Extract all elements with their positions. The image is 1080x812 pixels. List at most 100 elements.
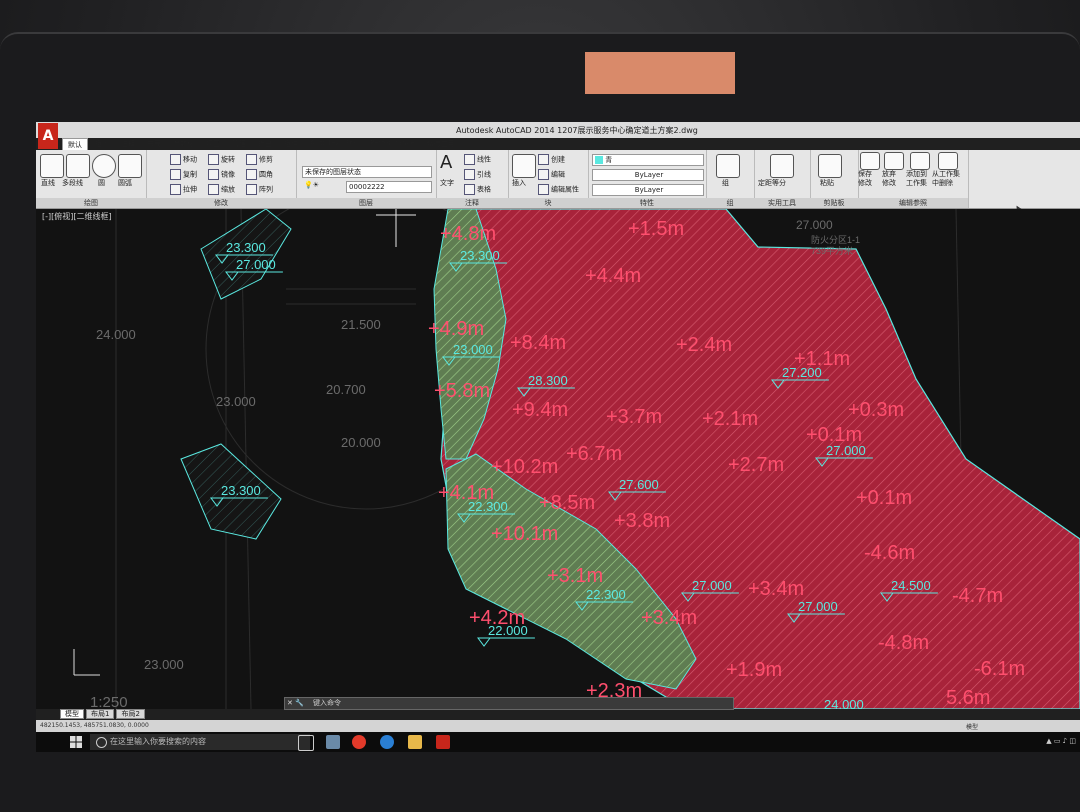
- trim-label: 修剪: [259, 155, 273, 164]
- copy-button[interactable]: 复制: [170, 169, 197, 180]
- tab-layout1[interactable]: 布局1: [86, 709, 115, 719]
- recorder-icon[interactable]: [352, 735, 366, 749]
- drawing-canvas[interactable]: 23.300 24.000 21.500 23.000 20.700 20.000 23.3…: [36, 209, 1080, 709]
- tab-layout[interactable]: 布局: [142, 138, 166, 150]
- reference-annotation: 739平方米: [811, 245, 853, 256]
- earthwork-height-label: +4.9m: [428, 318, 484, 340]
- edit-attributes-icon: [538, 184, 549, 195]
- autocad-logo-button[interactable]: A: [38, 123, 58, 149]
- clipboard-group: 粘贴 剪贴板: [810, 150, 859, 208]
- paste-icon[interactable]: [818, 154, 842, 178]
- edit-attributes-button[interactable]: 编辑属性: [538, 184, 579, 195]
- tab-insert[interactable]: 插入: [90, 138, 114, 150]
- earthwork-height-label: +1.5m: [628, 218, 684, 240]
- earthwork-height-label: +1.1m: [794, 348, 850, 370]
- line-icon[interactable]: [40, 154, 64, 178]
- viewport-controls[interactable]: [-][俯视][二维线框]: [42, 211, 112, 222]
- color-swatch: [595, 156, 603, 164]
- arc-icon[interactable]: [118, 154, 142, 178]
- linear-button[interactable]: 线性: [464, 154, 491, 165]
- tab-layout2[interactable]: 布局2: [116, 709, 145, 719]
- earthwork-height-label: +3.4m: [748, 578, 804, 600]
- tab-parametric[interactable]: 参数化: [168, 138, 199, 150]
- spot-elevation-label: 27.000: [798, 599, 838, 614]
- leader-button[interactable]: 引线: [464, 169, 491, 180]
- layer-state-dropdown[interactable]: 未保存的图层状态: [302, 166, 432, 178]
- tab-performance[interactable]: Performance: [365, 138, 419, 150]
- trim-button[interactable]: 修剪: [246, 154, 273, 165]
- scale-label: 缩放: [221, 185, 235, 194]
- line-label: 直线: [41, 179, 55, 187]
- elevation-label: 24.000: [96, 327, 136, 342]
- fillet-button[interactable]: 圆角: [246, 169, 273, 180]
- create-block-button[interactable]: 创建: [538, 154, 565, 165]
- tab-featured-apps[interactable]: 精选应用: [422, 138, 460, 150]
- create-block-label: 创建: [551, 155, 565, 164]
- save-changes-icon[interactable]: [860, 152, 880, 170]
- linetype-dropdown[interactable]: ByLayer: [592, 169, 704, 181]
- array-label: 阵列: [259, 185, 273, 194]
- polyline-icon[interactable]: [66, 154, 90, 178]
- window-title: Autodesk AutoCAD 2014 1207展示服务中心确定道土方案2.…: [456, 126, 698, 135]
- command-line[interactable]: ✕ 🔧 键入命令: [284, 697, 734, 710]
- command-input[interactable]: 键入命令: [313, 699, 341, 707]
- table-button[interactable]: 表格: [464, 184, 491, 195]
- array-button[interactable]: 阵列: [246, 184, 273, 195]
- tab-output[interactable]: 输出: [253, 138, 277, 150]
- spot-elevation-label: 28.300: [528, 373, 568, 388]
- earthwork-height-label: +4.1m: [438, 482, 494, 504]
- autocad-taskbar-icon[interactable]: [436, 735, 450, 749]
- close-icon[interactable]: ✕ 🔧: [287, 698, 304, 709]
- current-layer-dropdown[interactable]: 00002222: [346, 181, 432, 193]
- edit-block-button[interactable]: 编辑: [538, 169, 565, 180]
- model-space-toggle[interactable]: 模型: [966, 722, 978, 731]
- earthwork-height-label: +1.9m: [726, 659, 782, 681]
- tab-model[interactable]: 模型: [60, 709, 84, 719]
- add-to-working-set-icon[interactable]: [910, 152, 930, 170]
- insert-block-icon[interactable]: [512, 154, 536, 178]
- group-icon[interactable]: [716, 154, 740, 178]
- elevation-label: 1:250: [90, 694, 128, 709]
- elevation-label: 21.500: [341, 317, 381, 332]
- earthwork-height-label: +3.4m: [641, 607, 697, 629]
- groups-group: 组 组: [706, 150, 755, 208]
- rotate-button[interactable]: 旋转: [208, 154, 235, 165]
- move-button[interactable]: 移动: [170, 154, 197, 165]
- task-view-icon[interactable]: [298, 735, 314, 751]
- edge-browser-icon[interactable]: [380, 735, 394, 749]
- tab-plugins[interactable]: 插件: [279, 138, 303, 150]
- stretch-button[interactable]: 拉伸: [170, 184, 197, 195]
- earthwork-height-label: +2.4m: [676, 334, 732, 356]
- layout-tabs: 模型 布局1 布局2: [60, 709, 145, 719]
- discard-changes-label: 放弃 修改: [882, 170, 896, 187]
- crosshair-cursor: [376, 209, 416, 247]
- circle-icon[interactable]: [92, 154, 116, 178]
- tab-annotate[interactable]: 注释: [116, 138, 140, 150]
- remove-from-working-set-icon[interactable]: [938, 152, 958, 170]
- layer-bulb-icon[interactable]: 💡☀: [304, 181, 319, 189]
- groups-group-label: 组: [706, 198, 754, 208]
- earthwork-height-label: +8.5m: [539, 492, 595, 514]
- measure-icon[interactable]: [770, 154, 794, 178]
- tab-view[interactable]: 视图: [201, 138, 225, 150]
- taskbar-search-input[interactable]: 在这里输入你要搜索的内容: [90, 734, 335, 750]
- system-tray[interactable]: ▲ ▭ ♪ ◫: [1046, 737, 1076, 745]
- scale-button[interactable]: 缩放: [208, 184, 235, 195]
- earthwork-height-label: +4.4m: [585, 265, 641, 287]
- utilities-group: 定距等分 实用工具: [754, 150, 811, 208]
- clipboard-group-label: 剪贴板: [810, 198, 858, 208]
- rotate-icon: [208, 154, 219, 165]
- text-icon[interactable]: A: [440, 152, 452, 173]
- tab-manage[interactable]: 管理: [227, 138, 251, 150]
- file-explorer-icon[interactable]: [408, 735, 422, 749]
- app-icon[interactable]: [326, 735, 340, 749]
- windows-start-icon[interactable]: [70, 736, 82, 748]
- mirror-button[interactable]: 镜像: [208, 169, 235, 180]
- tab-autodesk-360[interactable]: Autodesk 360: [305, 138, 363, 150]
- tab-home[interactable]: 默认: [62, 138, 88, 150]
- discard-changes-icon[interactable]: [884, 152, 904, 170]
- cad-drawing[interactable]: 23.300 24.000 21.500 23.000 20.700 20.000 23.3…: [36, 209, 1080, 709]
- edit-block-icon: [538, 169, 549, 180]
- lineweight-dropdown[interactable]: ByLayer: [592, 184, 704, 196]
- color-dropdown[interactable]: 青: [592, 154, 704, 166]
